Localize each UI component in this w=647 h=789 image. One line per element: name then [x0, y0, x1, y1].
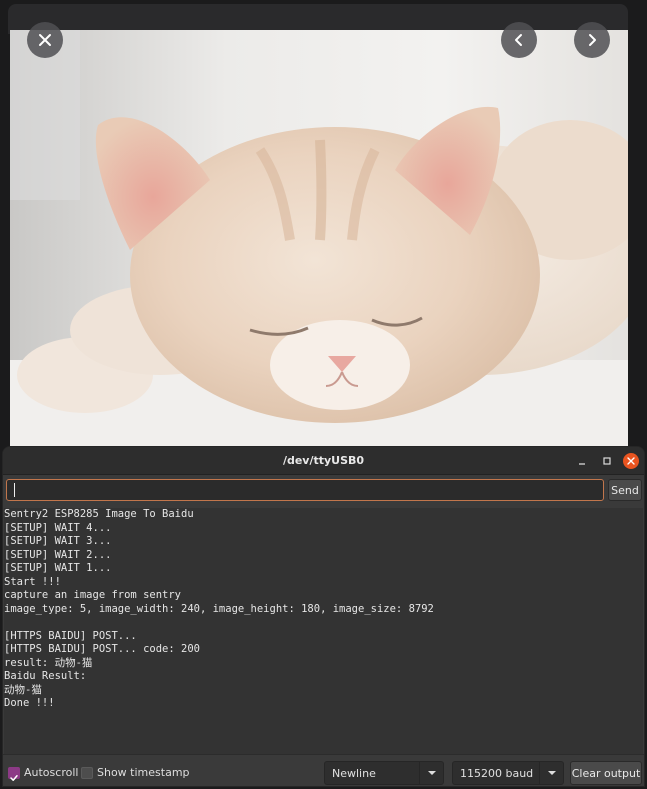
checkmark-icon	[10, 775, 18, 781]
output-line: [SETUP] WAIT 1...	[4, 562, 112, 574]
close-icon	[39, 34, 51, 46]
maximize-icon	[603, 457, 611, 465]
line-ending-value: Newline	[332, 767, 376, 780]
output-line: [HTTPS BAIDU] POST... code: 200	[4, 643, 200, 655]
output-line: Start !!!	[4, 575, 61, 588]
output-line: capture an image from sentry	[4, 589, 182, 601]
maximize-button[interactable]	[599, 453, 615, 469]
output-line: Baidu Result:	[4, 670, 87, 682]
output-line: [HTTPS BAIDU] POST...	[4, 629, 137, 642]
triangle-down-icon	[427, 771, 436, 775]
minimize-button[interactable]	[574, 453, 590, 469]
output-line: [SETUP] WAIT 3...	[4, 535, 112, 547]
output-line: [SETUP] WAIT 4...	[4, 521, 112, 534]
next-image-button[interactable]	[574, 22, 610, 58]
send-bar: Send	[3, 475, 644, 509]
clear-output-button[interactable]: Clear output	[570, 761, 642, 785]
baud-rate-dropdown[interactable]	[539, 762, 563, 784]
baud-rate-select[interactable]: 115200 baud	[452, 761, 564, 785]
output-line: [SETUP] WAIT 2...	[4, 548, 112, 561]
close-window-button[interactable]	[623, 453, 639, 469]
serial-input[interactable]	[6, 479, 604, 501]
screen: /dev/ttyUSB0 Send Sentry2 ESP8285 Image …	[0, 0, 647, 789]
chevron-left-icon	[515, 34, 522, 46]
autoscroll-label[interactable]: Autoscroll	[24, 766, 78, 779]
output-line: result: 动物-猫	[4, 656, 93, 669]
text-caret	[14, 483, 15, 497]
output-line: image_type: 5, image_width: 240, image_h…	[4, 602, 434, 615]
output-line: 动物-猫	[4, 683, 42, 696]
triangle-down-icon	[547, 771, 556, 775]
previous-image-button[interactable]	[501, 22, 537, 58]
timestamp-label[interactable]: Show timestamp	[97, 766, 190, 779]
serial-output[interactable]: Sentry2 ESP8285 Image To Baidu [SETUP] WA…	[4, 508, 643, 754]
line-ending-select[interactable]: Newline	[324, 761, 444, 785]
close-icon	[627, 457, 635, 465]
window-title: /dev/ttyUSB0	[282, 454, 365, 467]
monitor-footer: Autoscroll Show timestamp Newline 115200…	[3, 754, 644, 786]
minimize-icon	[579, 463, 585, 465]
baud-rate-value: 115200 baud	[460, 767, 534, 780]
serial-monitor-window: /dev/ttyUSB0 Send Sentry2 ESP8285 Image …	[2, 446, 645, 787]
close-viewer-button[interactable]	[27, 22, 63, 58]
cat-photo	[10, 30, 628, 450]
timestamp-checkbox[interactable]	[81, 767, 93, 779]
chevron-right-icon	[589, 34, 596, 46]
line-ending-dropdown[interactable]	[419, 762, 443, 784]
send-button[interactable]: Send	[608, 479, 642, 501]
output-line: Done !!!	[4, 697, 55, 709]
window-titlebar[interactable]: /dev/ttyUSB0	[3, 447, 644, 475]
output-line: Sentry2 ESP8285 Image To Baidu	[4, 508, 194, 520]
autoscroll-checkbox[interactable]	[8, 767, 20, 781]
